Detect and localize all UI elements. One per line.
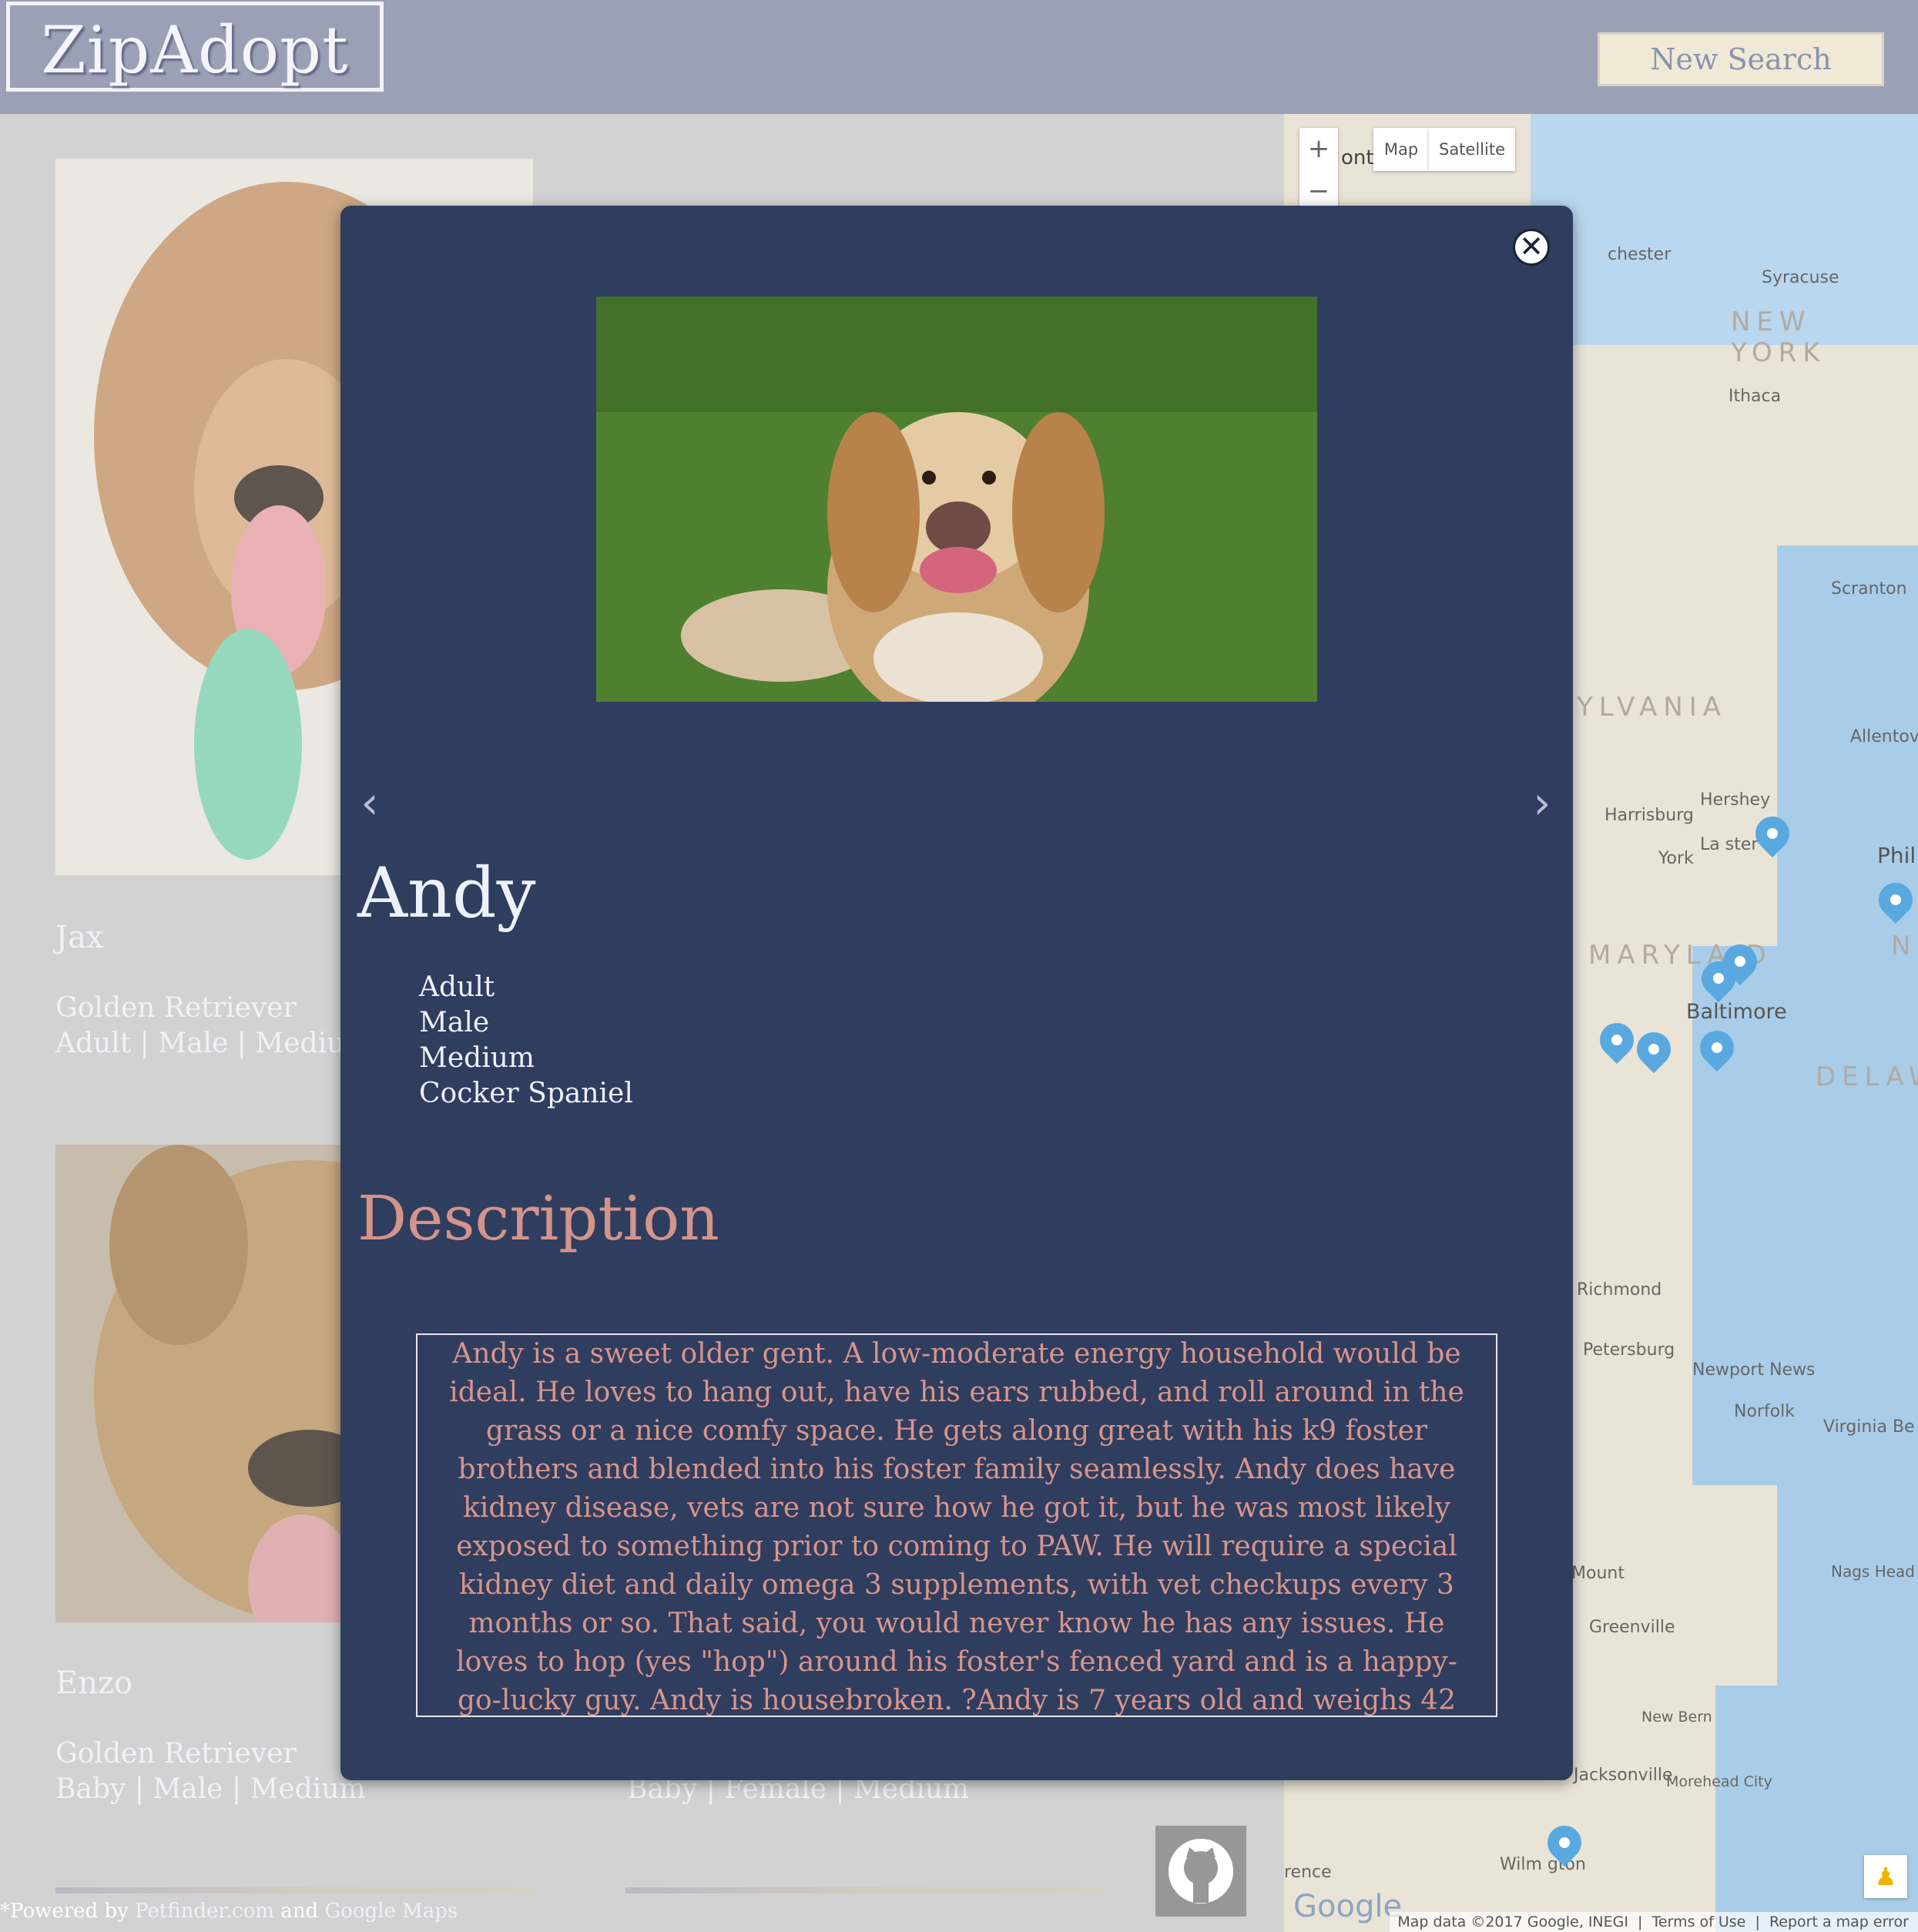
description-box[interactable]: Andy is a sweet older gent. A low-modera… [416,1333,1497,1717]
map-city-label: Petersburg [1583,1340,1675,1360]
map-city-label: Greenville [1589,1618,1675,1637]
map-marker[interactable] [1629,1025,1678,1074]
map-zoom-control[interactable]: + − [1299,128,1338,213]
map-state-label: DELAW [1816,1062,1918,1092]
map-city-label: Nags Head [1831,1562,1915,1581]
close-modal-button[interactable]: ✕ [1513,229,1550,266]
map-city-label: Hershey [1700,790,1771,810]
map-city-label: Syracuse [1762,268,1839,287]
map-city-label: Harrisburg [1604,806,1694,825]
map-attribution-bar: Map data ©2017 Google, INEGI | Terms of … [1390,1912,1918,1932]
pet-name-heading: Andy [357,853,536,934]
new-search-button[interactable]: New Search [1598,32,1884,86]
next-photo-button[interactable]: › [1527,776,1558,830]
description-text: Andy is a sweet older gent. A low-modera… [449,1338,1464,1716]
pet-age: Adult [419,971,495,1003]
map-city-label: rence [1284,1863,1332,1882]
map-city-label: York [1658,849,1694,868]
pet-sex: Male [419,1007,490,1038]
pet-details-list: Adult Male Medium Cocker Spaniel [419,970,633,1112]
map-report-error-link[interactable]: Report a map error [1769,1914,1909,1930]
map-city-label: Jacksonville [1574,1766,1673,1785]
map-city-label: Phil [1877,843,1916,868]
map-city-label: Ithaca [1729,387,1782,406]
map-city-label: Baltimore [1686,1000,1787,1024]
dog-photo-illustration [596,297,1317,702]
street-view-pegman-icon[interactable]: ♟ [1864,1855,1907,1898]
map-state-label: YLVANIA [1577,692,1728,723]
map-city-label: Newport News [1692,1360,1816,1380]
map-city-label: Allentov [1850,727,1918,746]
map-city-label: Virginia Be [1823,1417,1915,1437]
map-city-label: chester [1608,245,1672,264]
zoom-in-button[interactable]: + [1299,128,1338,170]
map-city-label: Norfolk [1734,1402,1796,1421]
app-logo[interactable]: ZipAdopt [6,2,384,92]
app-header: ZipAdopt New Search [0,0,1918,114]
previous-photo-button[interactable]: ‹ [354,776,385,830]
pet-detail-modal: ✕ ‹ › Andy Adult Male Medium Cocker Span… [340,206,1573,1780]
map-marker[interactable] [1592,1015,1641,1065]
map-city-label: Scranton [1831,579,1907,599]
map-terms-link[interactable]: Terms of Use [1652,1914,1746,1930]
map-city-label: ont [1341,146,1374,169]
pet-size: Medium [419,1042,535,1074]
map-city-label: Mount [1571,1564,1625,1583]
map-city-label: La ster [1700,835,1759,854]
map-city-label: Morehead City [1666,1773,1772,1790]
google-logo: Google [1293,1889,1403,1924]
map-attribution: Map data ©2017 Google, INEGI [1397,1914,1628,1930]
pet-breed: Cocker Spaniel [419,1078,633,1109]
map-type-satellite-button[interactable]: Satellite [1429,128,1515,171]
description-heading: Description [357,1182,719,1254]
map-state-label: N [1891,931,1917,961]
map-type-map-button[interactable]: Map [1373,128,1429,171]
map-state-label: NEW YORK [1731,307,1826,368]
map-city-label: New Bern [1641,1709,1712,1726]
pet-photo-andy [596,297,1317,702]
map-city-label: Richmond [1577,1280,1662,1300]
